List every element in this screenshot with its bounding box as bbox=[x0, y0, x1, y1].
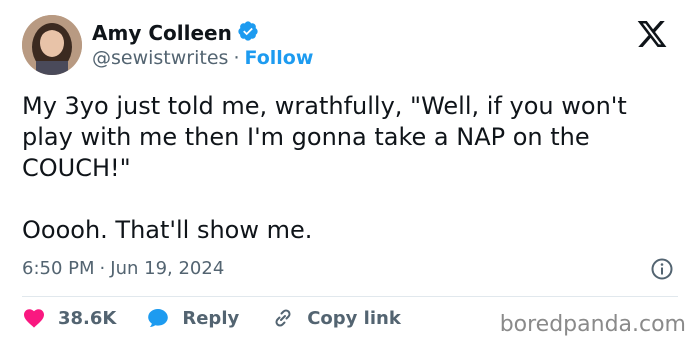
verified-badge-icon bbox=[232, 20, 259, 46]
reply-button[interactable]: Reply bbox=[146, 306, 239, 330]
link-icon bbox=[275, 309, 291, 327]
avatar[interactable] bbox=[22, 15, 82, 75]
meta-separator: · bbox=[99, 258, 106, 279]
author-handle-row: @sewistwrites · Follow bbox=[92, 47, 313, 69]
tweet-body: My 3yo just told me, wrathfully, "Well, … bbox=[22, 91, 682, 246]
author-name-row: Amy Colleen bbox=[92, 20, 259, 46]
like-count: 38.6K bbox=[58, 307, 117, 329]
reply-label: Reply bbox=[182, 307, 240, 329]
author-name[interactable]: Amy Colleen bbox=[92, 21, 232, 45]
tweet-time[interactable]: 6:50 PM bbox=[22, 258, 95, 279]
tweet-paragraph: Ooooh. That'll show me. bbox=[22, 216, 313, 244]
action-bar: 38.6K Reply Copy link bbox=[22, 306, 401, 330]
follow-button[interactable]: Follow bbox=[244, 47, 313, 69]
like-button[interactable]: 38.6K bbox=[22, 306, 116, 330]
tweet-meta: 6:50 PM · Jun 19, 2024 bbox=[22, 258, 224, 279]
tweet-date[interactable]: Jun 19, 2024 bbox=[110, 258, 224, 279]
divider bbox=[22, 296, 678, 297]
author-handle[interactable]: @sewistwrites bbox=[92, 47, 228, 69]
copy-link-label: Copy link bbox=[307, 307, 401, 329]
handle-separator: · bbox=[233, 47, 240, 69]
speech-bubble-icon bbox=[148, 309, 169, 327]
watermark: boredpanda.com bbox=[499, 312, 686, 337]
heart-icon bbox=[24, 309, 44, 328]
copy-link-button[interactable]: Copy link bbox=[271, 306, 401, 330]
tweet-paragraph: My 3yo just told me, wrathfully, "Well, … bbox=[22, 92, 627, 182]
